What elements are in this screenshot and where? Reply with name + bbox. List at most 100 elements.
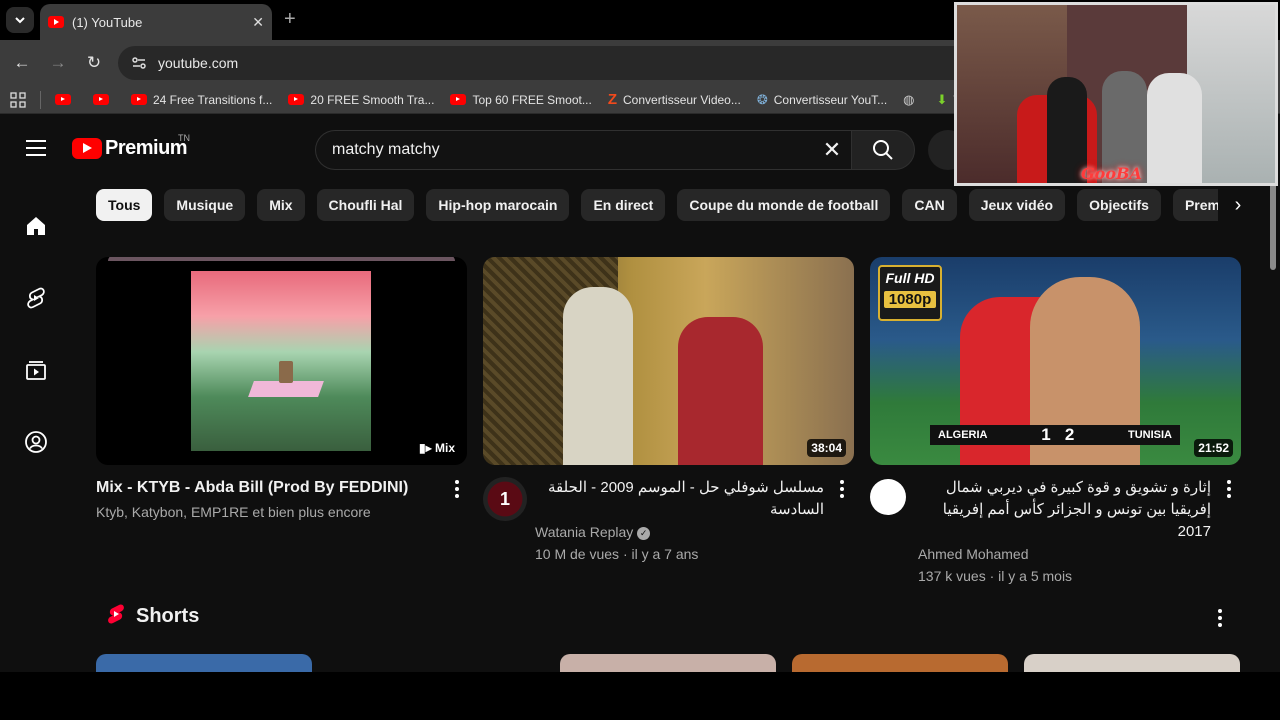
bookmark-item[interactable]: Z Convertisseur Video... <box>608 91 741 108</box>
mix-stack-edge <box>108 257 455 261</box>
apps-icon[interactable] <box>10 91 26 108</box>
browser-tab[interactable]: (1) YouTube ✕ <box>40 4 272 40</box>
youtube-icon <box>55 94 71 105</box>
chip-tous[interactable]: Tous <box>96 189 153 221</box>
webcam-tag: GooBA <box>1081 164 1142 183</box>
youtube-icon <box>131 94 147 105</box>
bookmark-item[interactable]: ❂ Convertisseur YouT... <box>757 92 887 108</box>
logo-text: Premium <box>105 137 188 159</box>
bookmark-label: Convertisseur YouT... <box>773 92 888 107</box>
convert-icon: ❂ <box>756 91 768 107</box>
short-thumbnail[interactable] <box>96 654 312 672</box>
bookmark-item[interactable]: 24 Free Transitions f... <box>131 93 272 107</box>
youtube-favicon-icon <box>48 16 64 28</box>
site-settings-icon[interactable] <box>130 54 148 72</box>
youtube-logo-icon <box>72 138 102 159</box>
bookmark-item[interactable] <box>93 94 115 105</box>
chip-musique[interactable]: Musique <box>164 189 246 221</box>
close-tab-icon[interactable]: ✕ <box>252 14 264 31</box>
chip-objectifs[interactable]: Objectifs <box>1077 189 1161 221</box>
short-thumbnail[interactable] <box>560 654 776 672</box>
chip-en-direct[interactable]: En direct <box>581 189 666 221</box>
channel-avatar[interactable]: 1 <box>483 477 527 521</box>
video-card[interactable]: Full HD 1080p ALGERIA 1 2 TUNISIA 21:52 … <box>870 257 1241 587</box>
video-thumbnail[interactable]: Full HD 1080p ALGERIA 1 2 TUNISIA 21:52 <box>870 257 1241 465</box>
short-thumbnail[interactable] <box>1024 654 1240 672</box>
video-stats: 10 M de vues · il y a 7 ans <box>535 546 699 562</box>
webcam-overlay: GooBA <box>954 2 1278 186</box>
channel-name[interactable]: Ktyb, Katybon, EMP1RE et bien plus encor… <box>96 501 467 523</box>
download-icon: ⬇ <box>936 91 948 107</box>
video-thumbnail[interactable]: 38:04 <box>483 257 854 465</box>
bookmark-label: Top 60 FREE Smoot... <box>472 92 592 107</box>
clear-search-icon[interactable]: ✕ <box>812 137 852 163</box>
taskbar-area <box>0 672 1280 720</box>
video-stats: 137 k vues · il y a 5 mois <box>918 568 1073 584</box>
video-title[interactable]: Mix - KTYB - Abda Bill (Prod By FEDDINI) <box>96 477 467 499</box>
globe-icon: ◍ <box>903 91 915 107</box>
account-icon[interactable] <box>22 428 50 456</box>
country-code: TN <box>178 133 190 143</box>
subscriptions-icon[interactable] <box>22 356 50 384</box>
youtube-icon <box>450 94 467 105</box>
more-actions-icon[interactable] <box>1217 477 1241 501</box>
hd-badge: Full HD 1080p <box>878 265 942 321</box>
filter-chips: Tous Musique Mix Choufli Hal Hip-hop mar… <box>96 189 1256 221</box>
reload-icon[interactable]: ↻ <box>83 52 105 74</box>
menu-icon[interactable] <box>26 140 46 156</box>
youtube-premium-logo[interactable]: Premium TN <box>72 133 190 160</box>
video-title[interactable]: إثارة و تشويق و قوة كبيرة في ديربي شمال … <box>918 477 1211 543</box>
chip-hiphop-marocain[interactable]: Hip-hop marocain <box>426 189 570 221</box>
bookmark-item[interactable]: 20 FREE Smooth Tra... <box>288 93 434 107</box>
tab-search-button[interactable] <box>6 7 34 33</box>
url-text: youtube.com <box>158 55 239 71</box>
bookmark-item[interactable]: Top 60 FREE Smoot... <box>450 92 592 107</box>
video-card[interactable]: ▮▸ Mix Mix - KTYB - Abda Bill (Prod By F… <box>96 257 467 523</box>
mix-badge: ▮▸ Mix <box>415 439 459 457</box>
chip-choufli-hal[interactable]: Choufli Hal <box>316 189 415 221</box>
page-scrollbar[interactable] <box>1266 120 1280 672</box>
youtube-icon <box>288 94 305 105</box>
forward-icon[interactable]: → <box>47 52 69 74</box>
bookmark-item[interactable]: ◍ <box>903 92 920 108</box>
bookmark-item[interactable] <box>55 94 77 105</box>
chevron-right-icon[interactable]: › <box>1218 189 1258 221</box>
verified-icon: ✓ <box>637 526 651 540</box>
video-title[interactable]: مسلسل شوفلي حل - الموسم 2009 - الحلقة ال… <box>535 477 824 521</box>
video-duration: 21:52 <box>1194 439 1233 457</box>
shorts-title: Shorts <box>136 604 200 627</box>
video-thumbnail[interactable]: ▮▸ Mix <box>96 257 467 465</box>
search-input[interactable]: matchy matchy <box>332 141 812 159</box>
shorts-more-icon[interactable] <box>1208 606 1232 630</box>
shorts-logo-icon <box>108 604 124 624</box>
bookmark-label: 24 Free Transitions f... <box>153 92 273 107</box>
youtube-icon <box>93 94 109 105</box>
more-actions-icon[interactable] <box>830 477 854 501</box>
bookmark-divider <box>40 90 41 109</box>
video-card[interactable]: 38:04 1 مسلسل شوفلي حل - الموسم 2009 - ا… <box>483 257 854 565</box>
channel-avatar[interactable] <box>870 479 906 515</box>
back-icon[interactable]: ← <box>11 52 33 74</box>
bookmark-label: Convertisseur Video... <box>623 92 741 107</box>
video-duration: 38:04 <box>807 439 846 457</box>
chip-jeux-video[interactable]: Jeux vidéo <box>968 189 1066 221</box>
scoreboard: ALGERIA 1 2 TUNISIA <box>930 425 1180 445</box>
new-tab-icon[interactable]: + <box>284 8 296 31</box>
z-icon: Z <box>607 91 618 108</box>
chip-mix[interactable]: Mix <box>257 189 305 221</box>
channel-name[interactable]: Watania Replay ✓ <box>535 521 824 543</box>
search-button[interactable] <box>851 130 915 170</box>
shorts-icon[interactable] <box>22 284 50 312</box>
chevron-down-icon <box>15 17 25 24</box>
bookmark-label: 20 FREE Smooth Tra... <box>310 92 435 107</box>
more-actions-icon[interactable] <box>445 477 469 501</box>
channel-name[interactable]: Ahmed Mohamed <box>918 543 1211 565</box>
short-thumbnail[interactable] <box>792 654 1008 672</box>
address-bar[interactable]: youtube.com <box>118 46 1018 80</box>
home-icon[interactable] <box>22 212 50 240</box>
chip-coupe-du-monde[interactable]: Coupe du monde de football <box>677 189 891 221</box>
chip-can[interactable]: CAN <box>902 189 957 221</box>
search-icon <box>873 140 893 160</box>
search-box[interactable]: matchy matchy ✕ <box>315 130 852 170</box>
album-art <box>191 271 371 451</box>
